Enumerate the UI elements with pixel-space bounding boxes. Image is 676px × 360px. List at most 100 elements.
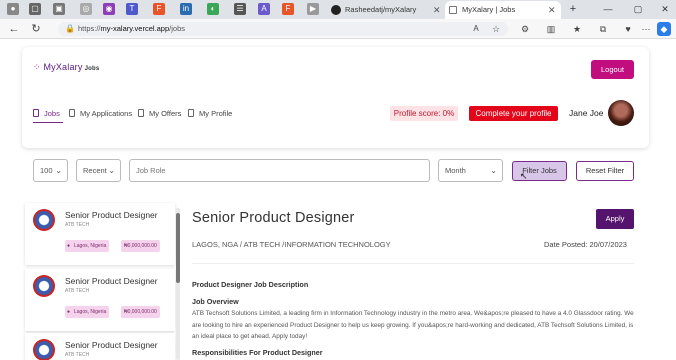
tab-label: Rasheedatj/myXalary	[345, 5, 417, 14]
logout-button[interactable]: Logout	[591, 60, 634, 79]
bookmark-icon	[138, 109, 144, 117]
logo-mark-icon: ⁘	[33, 62, 41, 72]
copilot-icon[interactable]: ◆	[657, 22, 671, 36]
tab-actions-icon[interactable]: ▣	[53, 3, 65, 15]
tab-my-profile[interactable]: My Profile	[188, 109, 232, 119]
job-role-input[interactable]	[129, 159, 430, 182]
logo[interactable]: ⁘ MyXalary Jobs	[33, 62, 99, 73]
pinned-tab-icon[interactable]: ◉	[103, 3, 115, 15]
split-screen-icon[interactable]: ▥	[544, 22, 558, 36]
company-name: ATB TECH	[65, 288, 90, 294]
sort-select[interactable]: Recent ⌄	[76, 159, 121, 182]
extensions-icon[interactable]: ⚙	[518, 22, 532, 36]
responsibilities-heading: Responsibilities For Product Designer	[192, 348, 323, 357]
job-location-line: LAGOS, NGA / ATB TECH /INFORMATION TECHN…	[192, 240, 391, 249]
maximize-icon[interactable]: ▢	[628, 0, 648, 19]
tab-github[interactable]: Rasheedatj/myXalary	[328, 1, 438, 19]
job-card[interactable]: Senior Product Designer ATB TECH	[25, 333, 175, 360]
company-logo	[33, 275, 55, 297]
apply-button[interactable]: Apply	[596, 209, 634, 229]
pinned-tab-icon[interactable]: ◐	[207, 3, 219, 15]
period-value: Month	[445, 166, 466, 175]
refresh-icon[interactable]: ↻	[28, 19, 44, 39]
company-name: ATB TECH	[65, 222, 90, 228]
pinned-tab-icon[interactable]: ☰	[234, 3, 246, 15]
chevron-down-icon: ⌄	[108, 166, 115, 175]
pinned-tab-icon[interactable]: ▶	[307, 3, 319, 15]
date-posted: Date Posted: 20/07/2023	[544, 240, 627, 249]
divider	[192, 263, 634, 264]
page-icon	[449, 6, 457, 14]
collections-icon[interactable]: ⧉	[596, 22, 610, 36]
tab-jobs[interactable]: Jobs	[33, 109, 60, 119]
lock-icon: 🔒	[65, 24, 75, 33]
close-window-icon[interactable]: ✕	[655, 0, 675, 19]
job-detail-title: Senior Product Designer	[192, 210, 355, 226]
job-title: Senior Product Designer	[65, 210, 158, 220]
page-size-value: 100	[40, 166, 53, 175]
pinned-tab-icon[interactable]: F	[153, 3, 165, 15]
salary-pill: ₦0,000,000.00	[121, 240, 160, 252]
complete-profile-button[interactable]: Complete your profile	[469, 106, 558, 121]
favorite-star-icon[interactable]: ☆	[489, 22, 503, 36]
job-list-scroll-thumb[interactable]	[176, 213, 180, 283]
job-location: Lagos, Nigeria	[74, 243, 107, 249]
overview-heading: Job Overview	[192, 297, 239, 306]
favorites-icon[interactable]: ★	[570, 22, 584, 36]
mouse-cursor-icon: ↖	[520, 171, 528, 181]
location-pin-icon: ●	[67, 243, 71, 249]
logo-text: MyXalary	[43, 62, 83, 72]
pinned-tab-icon[interactable]: in	[180, 3, 192, 15]
company-logo	[33, 339, 55, 360]
header-card	[22, 47, 649, 148]
tab-my-offers[interactable]: My Offers	[138, 109, 181, 119]
new-tab-icon[interactable]: +	[563, 0, 583, 19]
job-title: Senior Product Designer	[65, 276, 158, 286]
tab-label: Jobs	[44, 109, 60, 118]
active-tab-underline	[33, 122, 63, 123]
chevron-down-icon: ⌄	[490, 166, 497, 175]
url-prefix: https://	[78, 24, 101, 33]
minimize-icon[interactable]: —	[598, 0, 618, 19]
read-aloud-icon[interactable]: A	[469, 22, 483, 36]
url-host: my-xalary.vercel.app	[100, 24, 170, 33]
sort-value: Recent	[83, 166, 107, 175]
pinned-tab-icon[interactable]: T	[126, 3, 138, 15]
period-select[interactable]: Month ⌄	[438, 159, 503, 182]
url-field[interactable]: 🔒 https://my-xalary.vercel.app/jobs	[58, 22, 508, 36]
tab-label: My Offers	[149, 109, 182, 118]
job-card[interactable]: Senior Product Designer ATB TECH ● Lagos,…	[25, 269, 175, 331]
browser-essentials-icon[interactable]: ♥	[621, 22, 635, 36]
tab-label: My Applications	[80, 109, 133, 118]
reset-filter-button[interactable]: Reset Filter	[576, 161, 634, 181]
pinned-tab-icon[interactable]: ◎	[80, 3, 92, 15]
company-logo	[33, 209, 55, 231]
bookmark-icon	[69, 109, 75, 117]
tab-myxalary[interactable]: MyXalary | Jobs	[445, 1, 561, 19]
page-size-select[interactable]: 100 ⌄	[33, 159, 68, 182]
chevron-down-icon: ⌄	[55, 166, 62, 175]
avatar[interactable]	[608, 100, 634, 126]
pinned-tab-icon[interactable]: A	[258, 3, 270, 15]
profile-score-badge: Profile score: 0%	[390, 106, 458, 121]
close-icon[interactable]: ✕	[548, 1, 556, 19]
salary-pill: ₦0,000,000.00	[121, 306, 160, 318]
github-icon	[331, 5, 341, 15]
company-name: ATB TECH	[65, 352, 90, 358]
location-pill: ● Lagos, Nigeria	[65, 240, 110, 252]
location-pin-icon: ●	[67, 309, 71, 315]
job-title: Senior Product Designer	[65, 340, 158, 350]
bookmark-icon	[33, 109, 39, 117]
tab-my-applications[interactable]: My Applications	[69, 109, 132, 119]
back-icon[interactable]: ←	[6, 19, 22, 39]
tab-label: MyXalary | Jobs	[462, 5, 516, 14]
pinned-tab-icon[interactable]: F	[282, 3, 294, 15]
description-heading: Product Designer Job Description	[192, 280, 309, 289]
job-card[interactable]: Senior Product Designer ATB TECH ● Lagos,…	[25, 203, 175, 265]
workspaces-icon[interactable]: ▢	[29, 3, 41, 15]
logo-subtext: Jobs	[84, 66, 100, 72]
close-icon[interactable]: ✕	[433, 1, 441, 19]
location-pill: ● Lagos, Nigeria	[65, 306, 110, 318]
more-menu-icon[interactable]: ⋯	[639, 22, 653, 36]
profile-icon[interactable]: ●	[7, 3, 19, 15]
